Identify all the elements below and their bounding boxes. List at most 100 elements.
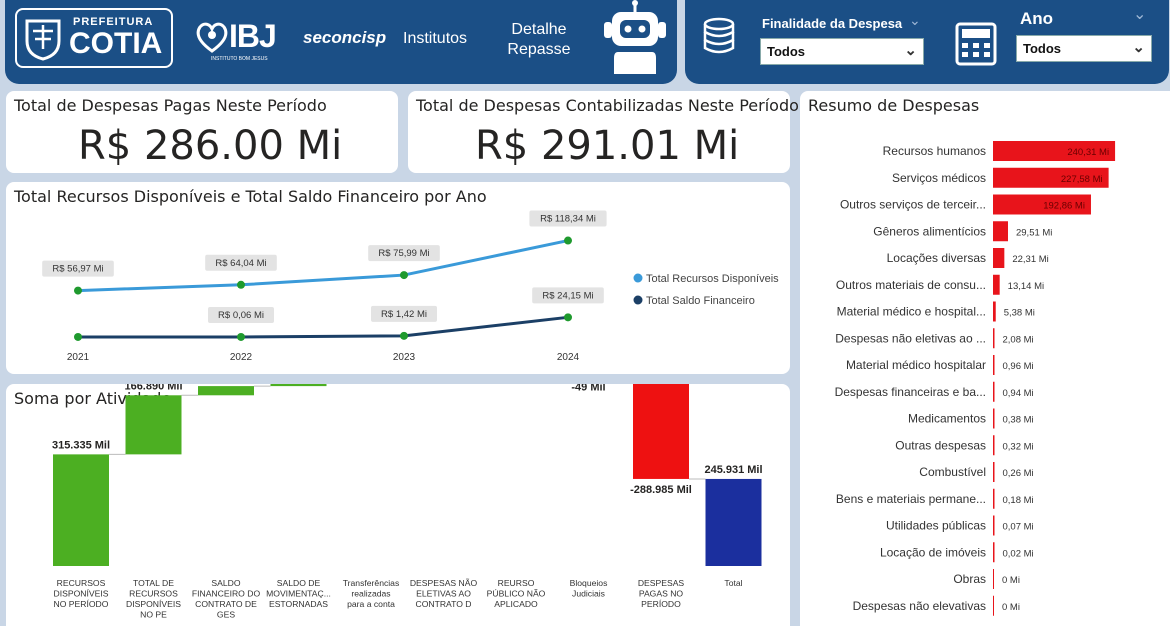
expense-bar[interactable] bbox=[993, 274, 1000, 295]
bar-value-label: -49 Mil bbox=[571, 384, 605, 394]
bar-value-label: 5,38 Mi bbox=[1004, 308, 1035, 319]
seconci-logo[interactable]: seconcisp bbox=[303, 28, 386, 48]
category-label: NO PE bbox=[140, 610, 167, 620]
waterfall-bar[interactable] bbox=[270, 384, 327, 387]
expense-bar[interactable] bbox=[993, 248, 1005, 268]
category-label: Bens e materiais permane... bbox=[836, 492, 986, 506]
kpi-contab-value: R$ 291.01 Mi bbox=[475, 123, 740, 169]
category-label: Outras despesas bbox=[895, 438, 986, 452]
category-label: DESPESAS NÃO bbox=[410, 578, 478, 588]
expense-bar[interactable] bbox=[993, 328, 995, 349]
data-point[interactable] bbox=[564, 236, 572, 245]
category-label: RECURSOS bbox=[129, 589, 178, 599]
data-point[interactable] bbox=[564, 313, 572, 322]
data-point[interactable] bbox=[237, 332, 245, 341]
data-label: R$ 1,42 Mi bbox=[381, 309, 427, 320]
category-label: DISPONÍVEIS bbox=[126, 599, 181, 609]
category-label: Judiciais bbox=[572, 589, 605, 599]
ano-label: Ano bbox=[1020, 9, 1054, 28]
series-line-saldo bbox=[78, 315, 569, 339]
bar-value-label: 192,86 Mi bbox=[1043, 201, 1085, 212]
waterfall-bar[interactable] bbox=[633, 384, 689, 479]
data-label: R$ 64,04 Mi bbox=[215, 258, 266, 269]
waterfall-bar[interactable] bbox=[125, 395, 182, 455]
finalidade-chevron-icon[interactable]: ⌄ bbox=[909, 12, 921, 29]
line-chart-card: Total Recursos Disponíveis e Total Saldo… bbox=[6, 182, 790, 374]
expense-bar[interactable] bbox=[993, 542, 995, 563]
finalidade-dropdown-value: Todos bbox=[767, 44, 806, 59]
category-label: Recursos humanos bbox=[883, 144, 986, 158]
resumo-bar-chart[interactable]: Recursos humanos 240,31 Mi Serviços médico… bbox=[800, 91, 1170, 626]
nav-detalhe-line2: Repasse bbox=[507, 41, 571, 58]
category-label: DESPESAS bbox=[638, 578, 685, 588]
finalidade-dropdown[interactable]: Todos ⌄ bbox=[760, 38, 924, 65]
expense-bar[interactable] bbox=[993, 435, 995, 456]
x-tick-label: 2024 bbox=[557, 352, 580, 363]
line-chart[interactable]: 2021 2022 2023 2024 R$ 56,97 Mi R$ 64,04 Mi R$… bbox=[6, 182, 790, 374]
ibj-logo[interactable]: IBJ INSTITUTO BOM JESUS bbox=[195, 18, 287, 64]
data-label: R$ 118,34 Mi bbox=[540, 214, 596, 225]
kpi-pagas-value: R$ 286.00 Mi bbox=[78, 123, 343, 169]
bar-value-label: 315.335 Mil bbox=[52, 439, 110, 451]
expense-bar[interactable] bbox=[993, 488, 995, 509]
category-label: MOVIMENTAÇ... bbox=[266, 589, 331, 599]
bar-value-label: 0,26 Mi bbox=[1003, 468, 1034, 479]
category-label: SALDO DE bbox=[277, 578, 321, 588]
x-tick-label: 2023 bbox=[393, 352, 416, 363]
data-point[interactable] bbox=[74, 286, 82, 295]
expense-bar[interactable] bbox=[993, 462, 995, 482]
expense-bar[interactable] bbox=[993, 301, 996, 322]
nav-detalhe-repasse[interactable]: Detalhe Repasse bbox=[501, 20, 577, 60]
legend-label: Total Saldo Financeiro bbox=[646, 295, 755, 307]
expense-bar[interactable] bbox=[993, 221, 1008, 242]
top-navigation-bar: PREFEITURA COTIA IBJ INSTITUTO BOM JESUS… bbox=[5, 0, 677, 84]
robot-icon[interactable] bbox=[600, 0, 670, 78]
bar-value-label: 0,96 Mi bbox=[1003, 361, 1034, 372]
category-label: CONTRATO D bbox=[415, 599, 471, 609]
category-label: Combustível bbox=[919, 465, 986, 479]
category-label: Material médico hospitalar bbox=[846, 358, 986, 372]
expense-bar[interactable] bbox=[993, 355, 995, 375]
data-point[interactable] bbox=[400, 331, 408, 340]
bar-value-label: 240,31 Mi bbox=[1067, 147, 1109, 158]
nav-institutos[interactable]: Institutos bbox=[403, 30, 467, 48]
bar-value-label: 0,02 Mi bbox=[1003, 548, 1034, 559]
bar-value-label: 0,94 Mi bbox=[1003, 388, 1034, 399]
expense-bar[interactable] bbox=[993, 381, 995, 402]
bar-value-label: 245.931 Mil bbox=[704, 464, 762, 476]
cotia-logo[interactable]: PREFEITURA COTIA bbox=[15, 8, 173, 68]
category-label: Total bbox=[724, 578, 742, 588]
data-point[interactable] bbox=[74, 332, 82, 341]
chevron-down-icon: ⌄ bbox=[1132, 39, 1145, 56]
data-label: R$ 56,97 Mi bbox=[52, 264, 103, 275]
expense-bar[interactable] bbox=[993, 569, 994, 589]
expense-bar[interactable] bbox=[993, 515, 995, 536]
expense-bar[interactable] bbox=[993, 595, 994, 616]
nav-detalhe-line1: Detalhe bbox=[511, 21, 567, 38]
data-label: R$ 0,06 Mi bbox=[218, 310, 264, 321]
category-label: TOTAL DE bbox=[133, 578, 174, 588]
legend-marker bbox=[633, 295, 643, 305]
ibj-logo-subtitle: INSTITUTO BOM JESUS bbox=[211, 56, 268, 62]
category-label: APLICADO bbox=[494, 599, 538, 609]
data-point[interactable] bbox=[400, 271, 408, 280]
category-label: Bloqueios bbox=[570, 578, 608, 588]
calculator-icon bbox=[955, 22, 997, 66]
waterfall-bar[interactable] bbox=[53, 454, 109, 566]
category-label: para a conta bbox=[347, 599, 395, 609]
data-label: R$ 75,99 Mi bbox=[378, 248, 429, 259]
category-label: Transferências bbox=[343, 578, 400, 588]
data-point[interactable] bbox=[237, 280, 245, 289]
ano-dropdown[interactable]: Todos ⌄ bbox=[1016, 35, 1152, 62]
expense-bar[interactable] bbox=[993, 408, 995, 429]
category-label: CONTRATO DE bbox=[195, 599, 257, 609]
chevron-down-icon: ⌄ bbox=[904, 42, 917, 59]
category-label: GES bbox=[217, 610, 235, 620]
filter-bar: Finalidade da Despesa ⌄ Todos ⌄ Ano ⌄ To… bbox=[685, 0, 1169, 84]
waterfall-bar[interactable] bbox=[198, 386, 254, 396]
waterfall-chart[interactable]: 315.335 MilRECURSOSDISPONÍVEISNO PERÍODO… bbox=[6, 384, 790, 626]
waterfall-bar[interactable] bbox=[705, 478, 762, 566]
category-label: RECURSOS bbox=[57, 578, 106, 588]
bar-value-label: 22,31 Mi bbox=[1012, 254, 1048, 265]
ano-chevron-icon[interactable]: ⌄ bbox=[1133, 4, 1146, 24]
